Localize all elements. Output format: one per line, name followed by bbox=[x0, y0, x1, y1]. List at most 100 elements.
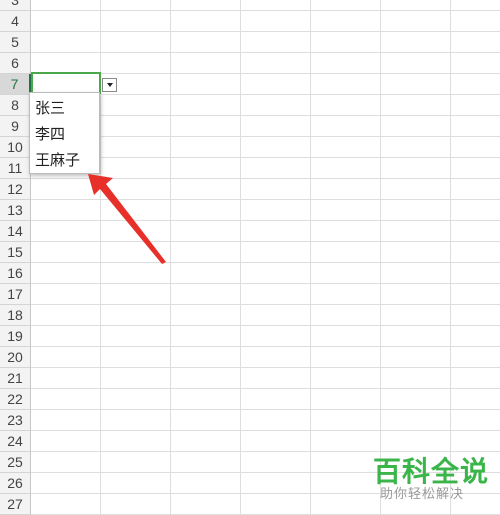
grid-cell[interactable] bbox=[311, 263, 381, 284]
grid-cell[interactable] bbox=[171, 284, 241, 305]
grid-cell[interactable] bbox=[171, 95, 241, 116]
grid-cell[interactable] bbox=[381, 410, 451, 431]
grid-cell[interactable] bbox=[31, 431, 101, 452]
grid-cell[interactable] bbox=[451, 11, 500, 32]
row-header[interactable]: 24 bbox=[0, 431, 31, 452]
grid-cell[interactable] bbox=[451, 368, 500, 389]
grid-cell[interactable] bbox=[31, 305, 101, 326]
grid-cell[interactable] bbox=[101, 284, 171, 305]
grid-cell[interactable] bbox=[451, 242, 500, 263]
grid-cell[interactable] bbox=[241, 116, 311, 137]
row-header[interactable]: 7 bbox=[0, 74, 31, 95]
grid-cell[interactable] bbox=[31, 11, 101, 32]
grid-cell[interactable] bbox=[311, 305, 381, 326]
grid-cell[interactable] bbox=[451, 137, 500, 158]
grid-cell[interactable] bbox=[31, 0, 101, 11]
row-header[interactable]: 23 bbox=[0, 410, 31, 431]
grid-cell[interactable] bbox=[241, 410, 311, 431]
grid-cell[interactable] bbox=[171, 473, 241, 494]
grid-cell[interactable] bbox=[311, 158, 381, 179]
row-header[interactable]: 25 bbox=[0, 452, 31, 473]
row-header[interactable]: 21 bbox=[0, 368, 31, 389]
row-header[interactable]: 4 bbox=[0, 11, 31, 32]
grid-cell[interactable] bbox=[101, 389, 171, 410]
row-header[interactable]: 16 bbox=[0, 263, 31, 284]
grid-cell[interactable] bbox=[241, 95, 311, 116]
grid-cell[interactable] bbox=[171, 11, 241, 32]
grid-cell[interactable] bbox=[381, 263, 451, 284]
grid-cell[interactable] bbox=[451, 158, 500, 179]
grid-cell[interactable] bbox=[101, 116, 171, 137]
grid-cell[interactable] bbox=[241, 431, 311, 452]
grid-cell[interactable] bbox=[451, 326, 500, 347]
row-header[interactable]: 19 bbox=[0, 326, 31, 347]
dropdown-option[interactable]: 王麻子 bbox=[35, 149, 80, 170]
grid-cell[interactable] bbox=[101, 221, 171, 242]
dropdown-option[interactable]: 张三 bbox=[35, 97, 65, 118]
grid-cell[interactable] bbox=[381, 389, 451, 410]
grid-cell[interactable] bbox=[31, 326, 101, 347]
grid-cell[interactable] bbox=[381, 431, 451, 452]
grid-cell[interactable] bbox=[381, 158, 451, 179]
grid-cell[interactable] bbox=[241, 0, 311, 11]
grid-cell[interactable] bbox=[451, 221, 500, 242]
grid-cell[interactable] bbox=[311, 116, 381, 137]
grid-cell[interactable] bbox=[311, 473, 381, 494]
row-header[interactable]: 14 bbox=[0, 221, 31, 242]
grid-cell[interactable] bbox=[31, 200, 101, 221]
grid-cell[interactable] bbox=[171, 389, 241, 410]
grid-cell[interactable] bbox=[451, 179, 500, 200]
grid-cell[interactable] bbox=[451, 95, 500, 116]
grid-cell[interactable] bbox=[101, 95, 171, 116]
grid-cell[interactable] bbox=[451, 32, 500, 53]
row-header[interactable]: 3 bbox=[0, 0, 31, 11]
grid-cell[interactable] bbox=[311, 0, 381, 11]
grid-cell[interactable] bbox=[101, 53, 171, 74]
grid-cell[interactable] bbox=[241, 179, 311, 200]
grid-cell[interactable] bbox=[381, 305, 451, 326]
grid-cell[interactable] bbox=[171, 305, 241, 326]
grid-cell[interactable] bbox=[451, 410, 500, 431]
grid-cell[interactable] bbox=[241, 326, 311, 347]
grid-cell[interactable] bbox=[101, 326, 171, 347]
dropdown-option[interactable]: 李四 bbox=[35, 123, 65, 144]
grid-cell[interactable] bbox=[311, 95, 381, 116]
row-header[interactable]: 6 bbox=[0, 53, 31, 74]
grid-cell[interactable] bbox=[381, 179, 451, 200]
row-header[interactable]: 18 bbox=[0, 305, 31, 326]
row-header[interactable]: 15 bbox=[0, 242, 31, 263]
grid-cell[interactable] bbox=[311, 431, 381, 452]
grid-cell[interactable] bbox=[311, 410, 381, 431]
row-header[interactable]: 13 bbox=[0, 200, 31, 221]
grid-cell[interactable] bbox=[311, 53, 381, 74]
grid-cell[interactable] bbox=[381, 326, 451, 347]
grid-cell[interactable] bbox=[311, 11, 381, 32]
grid-cell[interactable] bbox=[31, 347, 101, 368]
grid-cell[interactable] bbox=[101, 263, 171, 284]
grid-cell[interactable] bbox=[241, 452, 311, 473]
grid-cell[interactable] bbox=[241, 221, 311, 242]
grid-cell[interactable] bbox=[241, 200, 311, 221]
row-header[interactable]: 10 bbox=[0, 137, 31, 158]
row-header[interactable]: 8 bbox=[0, 95, 31, 116]
grid-cell[interactable] bbox=[241, 74, 311, 95]
grid-cell[interactable] bbox=[381, 284, 451, 305]
grid-cell[interactable] bbox=[241, 305, 311, 326]
grid-cell[interactable] bbox=[171, 179, 241, 200]
grid-cell[interactable] bbox=[171, 32, 241, 53]
grid-cell[interactable] bbox=[31, 53, 101, 74]
grid-cell[interactable] bbox=[101, 368, 171, 389]
grid-cell[interactable] bbox=[451, 0, 500, 11]
grid-cell[interactable] bbox=[311, 200, 381, 221]
grid-cell[interactable] bbox=[101, 347, 171, 368]
grid-cell[interactable] bbox=[171, 158, 241, 179]
grid-cell[interactable] bbox=[381, 242, 451, 263]
grid-cell[interactable] bbox=[101, 200, 171, 221]
grid-cell[interactable] bbox=[171, 74, 241, 95]
selected-cell-a7[interactable] bbox=[31, 72, 101, 94]
row-header[interactable]: 5 bbox=[0, 32, 31, 53]
grid-cell[interactable] bbox=[31, 368, 101, 389]
grid-cell[interactable] bbox=[241, 284, 311, 305]
grid-cell[interactable] bbox=[171, 410, 241, 431]
row-header[interactable]: 12 bbox=[0, 179, 31, 200]
